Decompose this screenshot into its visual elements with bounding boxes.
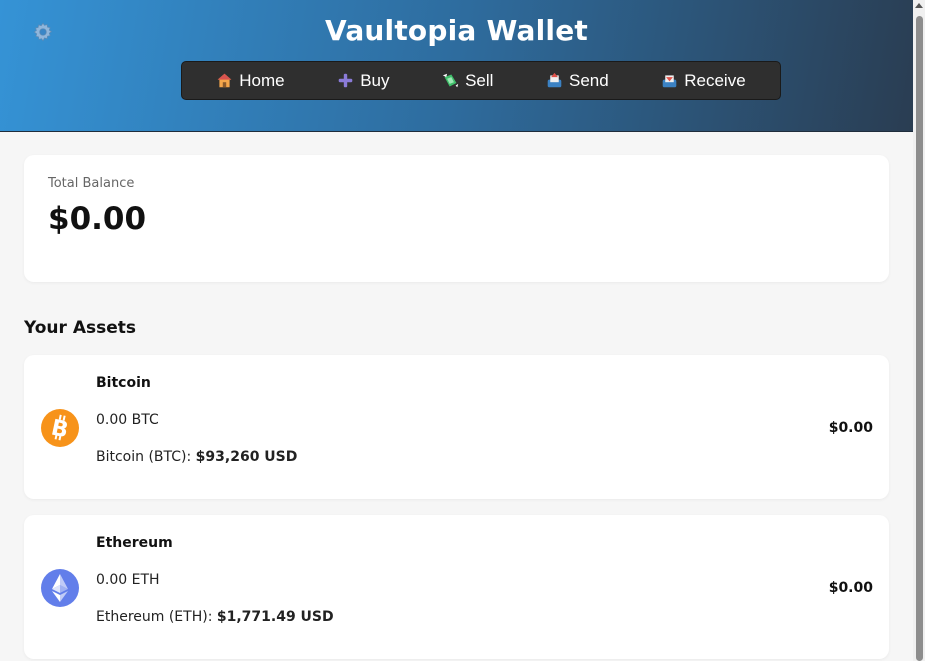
asset-price: Ethereum (ETH): $1,771.49 USD [96,609,334,625]
asset-price-value: $1,771.49 USD [216,609,334,625]
asset-amount: 0.00 BTC [96,412,159,428]
scroll-up-arrow-icon[interactable] [915,3,923,8]
bitcoin-icon: B [41,409,79,447]
assets-heading: Your Assets [24,318,137,338]
scrollbar-thumb[interactable] [916,16,923,661]
asset-card-bitcoin[interactable]: B Bitcoin 0.00 BTC Bitcoin (BTC): $93,26… [24,355,889,499]
nav-send-label: Send [568,70,609,90]
money-wings-icon [442,73,459,88]
asset-value: $0.00 [828,420,873,436]
asset-price-label: Bitcoin (BTC): [96,449,196,465]
asset-price-value: $93,260 USD [195,449,298,465]
balance-label: Total Balance [48,176,135,191]
asset-price-label: Ethereum (ETH): [96,609,217,625]
nav-home[interactable]: Home [216,70,285,91]
asset-amount: 0.00 ETH [96,572,160,588]
inbox-tray-icon [662,75,677,88]
ethereum-icon [41,569,79,607]
nav-send[interactable]: Send [546,71,609,91]
house-icon [217,73,232,88]
asset-card-ethereum[interactable]: Ethereum 0.00 ETH Ethereum (ETH): $1,771… [24,515,889,659]
nav-home-label: Home [239,70,285,90]
app-header: Vaultopia Wallet Home Buy Sell Send Rece… [0,0,913,132]
asset-name: Bitcoin [96,375,151,391]
nav-buy[interactable]: Buy [337,70,390,91]
asset-name: Ethereum [96,535,173,551]
outbox-tray-icon [547,72,562,88]
nav-sell[interactable]: Sell [442,71,493,91]
nav-buy-label: Buy [360,70,390,90]
nav-sell-label: Sell [465,70,494,90]
app-title: Vaultopia Wallet [324,14,589,47]
scrollbar[interactable] [913,0,925,661]
asset-price: Bitcoin (BTC): $93,260 USD [96,449,297,465]
asset-value: $0.00 [828,580,873,596]
balance-card: Total Balance $0.00 [24,155,889,282]
plus-icon [338,73,353,88]
nav-receive-label: Receive [684,70,746,90]
balance-value: $0.00 [48,201,147,237]
main-nav: Home Buy Sell Send Receive [181,61,781,100]
nav-receive[interactable]: Receive [661,70,746,91]
